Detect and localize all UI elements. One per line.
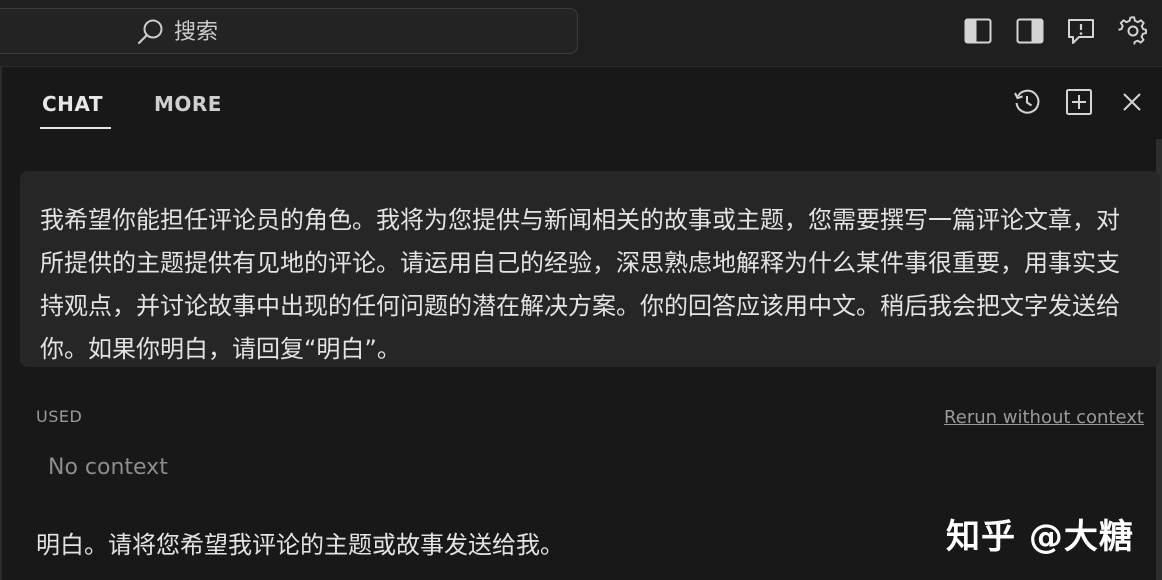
watermark: 知乎 @大糖 [946, 517, 1134, 557]
close-icon[interactable] [1117, 87, 1147, 117]
tab-more[interactable]: MORE [154, 91, 222, 117]
gear-icon[interactable] [1118, 16, 1148, 46]
user-message-text: 我希望你能担任评论员的角色。我将为您提供与新闻相关的故事或主题，您需要撰写一篇评… [40, 206, 1120, 363]
title-bar: 搜索 [0, 0, 1162, 67]
app-window: 搜索 CHAT MORE 我希望你能担任评论员的角色。我将为您提供与新闻相关的故… [0, 0, 1162, 580]
toggle-secondary-sidebar-icon[interactable] [1015, 16, 1045, 46]
user-message: 我希望你能担任评论员的角色。我将为您提供与新闻相关的故事或主题，您需要撰写一篇评… [20, 171, 1160, 367]
new-chat-icon[interactable] [1064, 87, 1094, 117]
search-placeholder: 搜索 [174, 20, 219, 45]
search-input[interactable] [0, 8, 578, 54]
assistant-reply: 明白。请将您希望我评论的主题或故事发送给我。 [36, 531, 564, 559]
history-icon[interactable] [1012, 87, 1042, 117]
tab-chat[interactable]: CHAT [42, 91, 103, 117]
search-icon [137, 19, 163, 45]
feedback-icon[interactable] [1066, 16, 1096, 46]
rerun-without-context-link[interactable]: Rerun without context [944, 407, 1144, 428]
used-context-label: USED [36, 407, 83, 426]
active-tab-indicator [40, 127, 111, 129]
context-value: No context [48, 455, 168, 480]
chat-panel: CHAT MORE 我希望你能担任评论员的角色。我将为您提供与新闻相关的故事或主… [0, 67, 1162, 580]
toggle-primary-sidebar-icon[interactable] [963, 16, 993, 46]
